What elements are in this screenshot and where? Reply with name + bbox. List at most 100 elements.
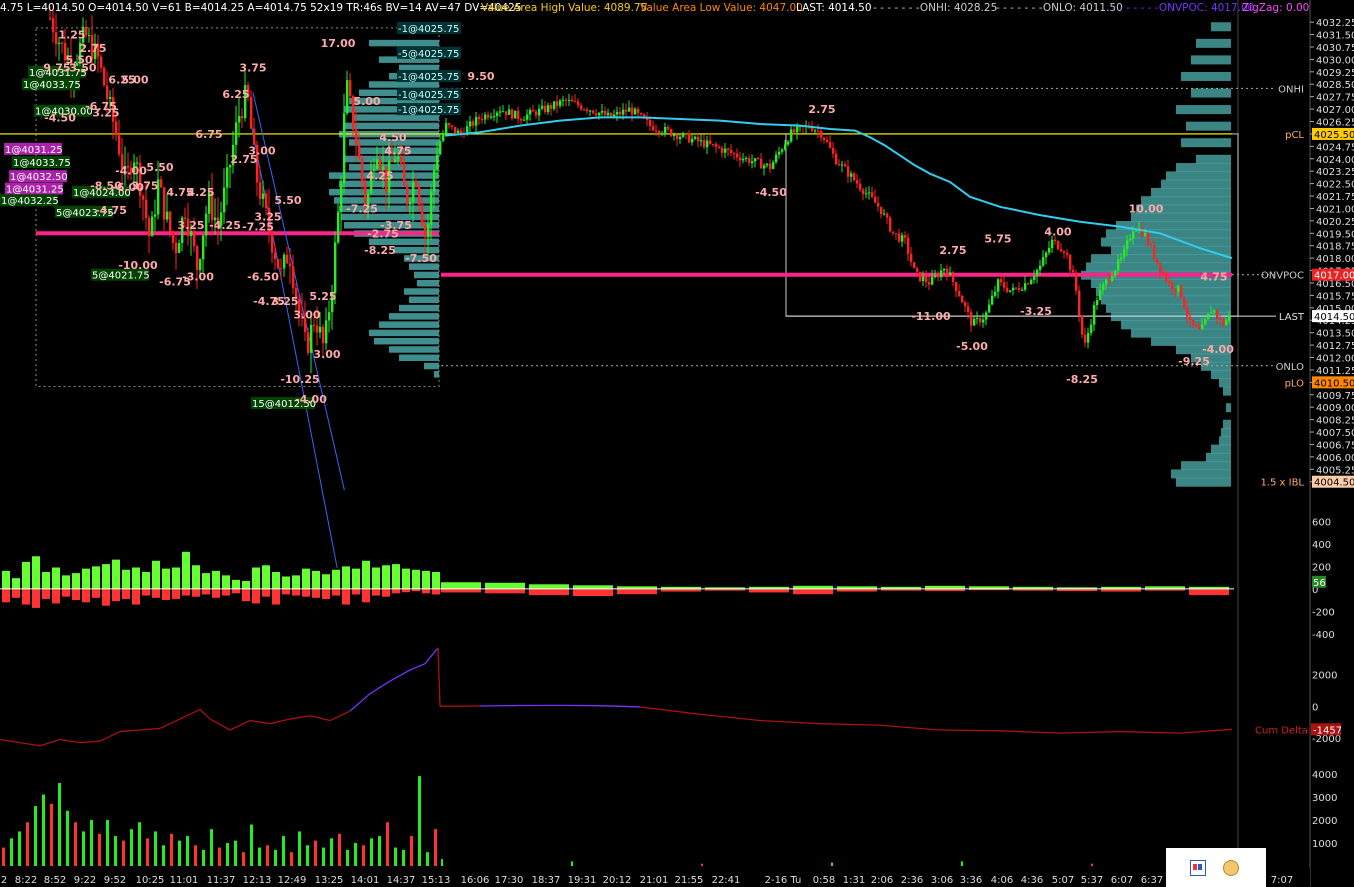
- level-label-1-5-x-ibl: 1.5 x IBL: [1260, 478, 1304, 489]
- candle-body: [1228, 315, 1231, 321]
- candle-body: [982, 319, 985, 323]
- candle-body: [568, 99, 571, 101]
- price-tick-label: 4024.75: [1316, 142, 1354, 153]
- candle-body: [118, 135, 121, 155]
- candle-body: [574, 101, 577, 103]
- candle-body: [526, 114, 529, 120]
- volume-bar: [122, 840, 125, 866]
- zigzag-label: 5.50: [146, 161, 173, 174]
- volume-bar: [370, 838, 373, 866]
- candle-body: [529, 109, 532, 115]
- header-vah: Value Area High Value: 4089.75: [481, 2, 648, 14]
- candle-body: [1159, 262, 1162, 272]
- candle-body: [235, 122, 238, 145]
- delta-down-bar: [232, 588, 240, 594]
- delta-up-bar: [422, 570, 430, 589]
- volume-bar: [146, 838, 149, 866]
- cum-delta-segment: [249, 719, 271, 725]
- zigzag-label: 4.75: [384, 144, 411, 157]
- candle-body: [1039, 265, 1042, 270]
- volume-bar: [290, 852, 293, 866]
- volume-bar: [378, 836, 381, 866]
- candle-body: [820, 131, 823, 138]
- cum-delta-segment: [639, 706, 701, 715]
- cum-delta-segment: [269, 718, 291, 725]
- candle-body: [928, 282, 931, 285]
- time-tick-label: 21:01: [640, 875, 669, 886]
- profile-right-bar: [1096, 287, 1231, 297]
- candle-body: [1195, 325, 1198, 327]
- candle-body: [892, 231, 895, 234]
- candle-body: [586, 109, 589, 112]
- level-label-onhi: ONHI: [1278, 84, 1304, 95]
- candle-body: [958, 291, 961, 296]
- zigzag-label: 6.25: [222, 88, 249, 101]
- candle-body: [685, 133, 688, 135]
- volume-tick-label: 4000: [1312, 770, 1337, 781]
- delta-down-bar: [132, 588, 140, 605]
- window-icon[interactable]: [1190, 860, 1206, 876]
- candle-body: [1183, 297, 1186, 308]
- delta-down-bar: [617, 588, 657, 595]
- candle-body: [655, 130, 658, 132]
- volume-bar: [42, 794, 45, 866]
- candle-body: [679, 136, 682, 140]
- volume-bar: [66, 810, 69, 866]
- candle-body: [1000, 279, 1003, 283]
- profile-left-bar: [374, 337, 439, 345]
- candle-body: [277, 259, 280, 269]
- candle-body: [1090, 324, 1093, 333]
- volume-bar: [170, 833, 173, 866]
- coin-icon[interactable]: [1223, 860, 1239, 876]
- candle-body: [472, 121, 475, 126]
- volume-bar: [1091, 863, 1093, 866]
- candle-body: [319, 326, 322, 333]
- delta-up-bar: [392, 564, 400, 589]
- candle-body: [511, 109, 514, 119]
- time-tick-label: 5:07: [1052, 875, 1074, 886]
- delta-up-bar: [262, 565, 270, 589]
- profile-right-bar: [1191, 88, 1231, 98]
- volume-bar: [218, 847, 221, 866]
- candle-body: [154, 214, 157, 217]
- candle-body: [1057, 241, 1060, 250]
- candle-body: [895, 233, 898, 235]
- profile-right-bar: [1219, 436, 1231, 446]
- time-tick-label: 1:31: [843, 875, 865, 886]
- candle-body: [169, 211, 172, 232]
- profile-right-bar: [1211, 370, 1231, 380]
- profile-left-bar: [414, 271, 439, 279]
- candle-body: [601, 110, 604, 113]
- price-tick-label: 4015.75: [1316, 291, 1354, 302]
- delta-up-bar: [92, 566, 100, 589]
- candle-body: [1012, 287, 1015, 291]
- candle-body: [727, 148, 730, 150]
- candle-body: [400, 156, 403, 164]
- delta-up-bar: [72, 573, 80, 589]
- candle-body: [592, 110, 595, 114]
- candle-body: [1129, 238, 1132, 241]
- time-tick-label: 8:22: [15, 875, 37, 886]
- cum-delta-segment: [424, 647, 439, 665]
- candle-body: [262, 193, 265, 199]
- time-tick-label: 14:01: [351, 875, 380, 886]
- candle-body: [1036, 269, 1039, 277]
- price-tick-label: 4021.00: [1316, 204, 1354, 215]
- delta-up-bar: [212, 570, 220, 589]
- candle-body: [61, 42, 64, 44]
- price-badge-label: 4014.50: [1314, 312, 1354, 323]
- cum-delta-segment: [999, 730, 1061, 734]
- time-tick-label: 2-16 Tu: [765, 875, 802, 886]
- time-tick-label: 2: [1, 875, 7, 886]
- time-tick-label: 5:37: [1081, 875, 1103, 886]
- candle-body: [166, 211, 169, 220]
- profile-right-bar: [1221, 428, 1231, 438]
- candle-body: [376, 159, 379, 169]
- time-tick-label: 14:37: [387, 875, 416, 886]
- candle-body: [1120, 257, 1123, 260]
- volume-bar: [402, 849, 405, 866]
- volume-tick-label: 2000: [1312, 816, 1337, 827]
- delta-up-bar: [52, 567, 60, 589]
- zigzag-label: 3.00: [313, 348, 340, 361]
- delta-up-bar: [172, 567, 180, 589]
